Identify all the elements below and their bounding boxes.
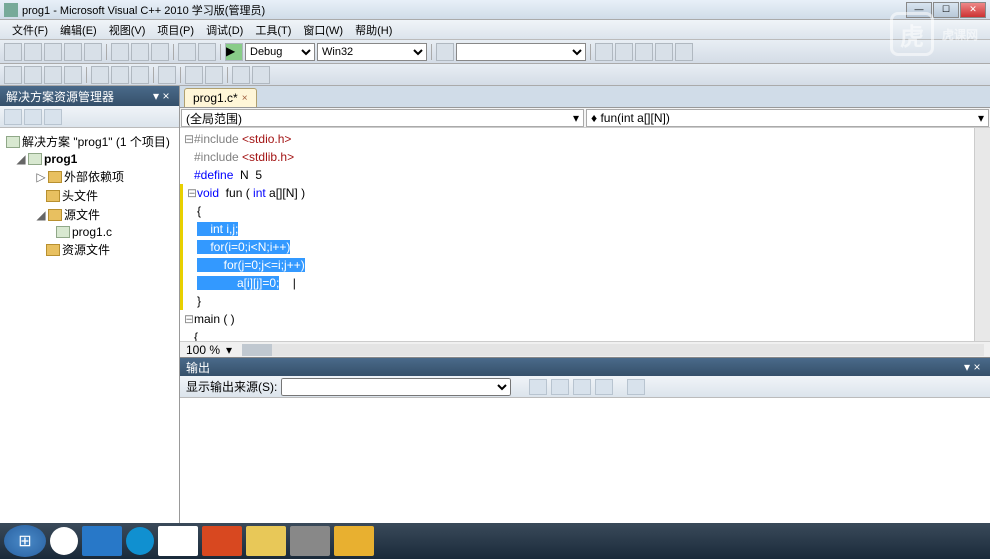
tb2-btn-4[interactable] <box>64 66 82 84</box>
taskbar-app-3[interactable] <box>290 526 330 556</box>
project-icon <box>28 153 42 165</box>
expand-icon[interactable]: ◢ <box>36 208 46 222</box>
cut-button[interactable] <box>111 43 129 61</box>
editor-tabs: prog1.c* × <box>180 86 990 108</box>
save-all-button[interactable] <box>84 43 102 61</box>
tb2-btn-3[interactable] <box>44 66 62 84</box>
title-bar: prog1 - Microsoft Visual C++ 2010 学习版(管理… <box>0 0 990 20</box>
taskbar-app-2[interactable] <box>126 527 154 555</box>
taskbar-app-4[interactable] <box>334 526 374 556</box>
tb-btn-3[interactable] <box>635 43 653 61</box>
panel-close-icon[interactable]: × <box>159 89 173 103</box>
windows-taskbar: ⊞ <box>0 523 990 559</box>
zoom-level[interactable]: 100 % <box>186 343 220 357</box>
main-toolbar: ▶ Debug Win32 <box>0 40 990 64</box>
editor-scrollbar[interactable] <box>974 128 990 341</box>
solution-tb-3[interactable] <box>44 109 62 125</box>
config-select[interactable]: Debug <box>245 43 315 61</box>
output-text[interactable] <box>180 398 990 537</box>
secondary-toolbar <box>0 64 990 86</box>
copy-button[interactable] <box>131 43 149 61</box>
solution-explorer: 解决方案资源管理器 ▾ × 解决方案 "prog1" (1 个项目) ◢prog… <box>0 86 180 537</box>
output-tb-3[interactable] <box>573 379 591 395</box>
menu-debug[interactable]: 调试(D) <box>200 20 249 39</box>
scope-right-select[interactable]: ♦ fun(int a[][N])▾ <box>586 109 989 127</box>
expand-icon[interactable]: ▷ <box>36 170 46 184</box>
menu-tools[interactable]: 工具(T) <box>249 20 297 39</box>
taskbar-powerpoint-icon[interactable] <box>202 526 242 556</box>
tb2-btn-1[interactable] <box>4 66 22 84</box>
menu-bar: 文件(F) 编辑(E) 视图(V) 项目(P) 调试(D) 工具(T) 窗口(W… <box>0 20 990 40</box>
menu-file[interactable]: 文件(F) <box>6 20 54 39</box>
minimize-button[interactable]: — <box>906 2 932 18</box>
taskbar-app-1[interactable] <box>82 526 122 556</box>
tb2-btn-5[interactable] <box>91 66 109 84</box>
menu-edit[interactable]: 编辑(E) <box>54 20 103 39</box>
folder-icon <box>46 190 60 202</box>
menu-view[interactable]: 视图(V) <box>103 20 152 39</box>
taskbar-explorer-icon[interactable] <box>246 526 286 556</box>
solution-tb-1[interactable] <box>4 109 22 125</box>
platform-select[interactable]: Win32 <box>317 43 427 61</box>
tb-btn-2[interactable] <box>615 43 633 61</box>
output-tb-5[interactable] <box>627 379 645 395</box>
tb2-btn-6[interactable] <box>111 66 129 84</box>
taskbar-qq-icon[interactable] <box>158 526 198 556</box>
output-source-label: 显示输出来源(S): <box>186 378 277 395</box>
paste-button[interactable] <box>151 43 169 61</box>
tb-btn-5[interactable] <box>675 43 693 61</box>
solution-tree[interactable]: 解决方案 "prog1" (1 个项目) ◢prog1 ▷外部依赖项 头文件 ◢… <box>0 128 179 537</box>
solution-explorer-title: 解决方案资源管理器 <box>6 88 114 105</box>
folder-icon <box>48 209 62 221</box>
output-tb-2[interactable] <box>551 379 569 395</box>
folder-icon <box>48 171 62 183</box>
c-file-icon <box>56 226 70 238</box>
tb2-btn-10[interactable] <box>252 66 270 84</box>
menu-help[interactable]: 帮助(H) <box>349 20 398 39</box>
new-project-button[interactable] <box>4 43 22 61</box>
find-select[interactable] <box>456 43 586 61</box>
horizontal-scrollbar[interactable] <box>242 344 984 356</box>
close-button[interactable]: ✕ <box>960 2 986 18</box>
output-panel: 输出 ▾ × 显示输出来源(S): <box>180 357 990 537</box>
indent-more-button[interactable] <box>205 66 223 84</box>
output-close-icon[interactable]: × <box>970 360 984 374</box>
maximize-button[interactable]: ☐ <box>933 2 959 18</box>
output-title: 输出 <box>186 359 210 376</box>
tb2-btn-9[interactable] <box>232 66 250 84</box>
tb2-btn-2[interactable] <box>24 66 42 84</box>
scope-left-select[interactable]: (全局范围)▾ <box>181 109 584 127</box>
undo-button[interactable] <box>178 43 196 61</box>
save-button[interactable] <box>64 43 82 61</box>
taskbar-chrome-icon[interactable] <box>50 527 78 555</box>
start-button[interactable]: ⊞ <box>4 525 46 557</box>
start-debug-button[interactable]: ▶ <box>225 43 243 61</box>
output-tb-4[interactable] <box>595 379 613 395</box>
find-button[interactable] <box>436 43 454 61</box>
menu-project[interactable]: 项目(P) <box>151 20 200 39</box>
tab-close-icon[interactable]: × <box>242 93 248 104</box>
expand-icon[interactable]: ◢ <box>16 152 26 166</box>
solution-tb-2[interactable] <box>24 109 42 125</box>
tb2-btn-7[interactable] <box>131 66 149 84</box>
tb2-btn-8[interactable] <box>158 66 176 84</box>
tb-btn-4[interactable] <box>655 43 673 61</box>
folder-icon <box>46 244 60 256</box>
menu-window[interactable]: 窗口(W) <box>297 20 349 39</box>
open-button[interactable] <box>44 43 62 61</box>
solution-icon <box>6 136 20 148</box>
file-tab[interactable]: prog1.c* × <box>184 88 257 107</box>
output-source-select[interactable] <box>281 378 511 396</box>
app-icon <box>4 3 18 17</box>
tb-btn-1[interactable] <box>595 43 613 61</box>
output-tb-1[interactable] <box>529 379 547 395</box>
add-item-button[interactable] <box>24 43 42 61</box>
indent-less-button[interactable] <box>185 66 203 84</box>
redo-button[interactable] <box>198 43 216 61</box>
window-title: prog1 - Microsoft Visual C++ 2010 学习版(管理… <box>22 2 906 18</box>
code-editor[interactable]: ⊟#include <stdio.h> #include <stdlib.h> … <box>180 128 990 341</box>
